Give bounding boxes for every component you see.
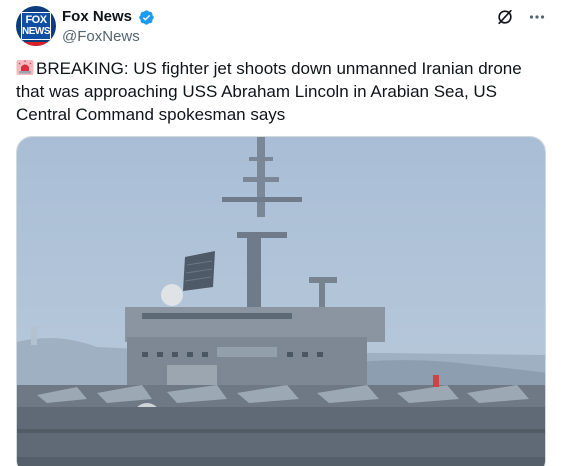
aircraft-carrier-photo [17, 137, 545, 466]
display-name[interactable]: Fox News [62, 8, 132, 26]
author-names: Fox News @FoxNews [62, 8, 155, 47]
verified-badge-icon [139, 9, 155, 25]
avatar-red-bar [16, 42, 56, 46]
handle[interactable]: @FoxNews [62, 27, 155, 47]
tweet-media[interactable] [16, 136, 546, 466]
tweet-text: BREAKING: US fighter jet shoots down unm… [16, 57, 546, 126]
police-car-light-icon [16, 60, 34, 75]
tweet-header: FOX NEWS Fox News @FoxNews [16, 6, 546, 50]
avatar-logo-bottom-text: NEWS [22, 26, 51, 37]
grok-icon[interactable] [496, 8, 514, 26]
more-dots-icon [529, 15, 545, 19]
avatar[interactable]: FOX NEWS [16, 6, 56, 46]
more-options-icon[interactable] [528, 8, 546, 26]
fox-news-logo: FOX NEWS [21, 12, 51, 40]
tweet-body: BREAKING: US fighter jet shoots down unm… [16, 59, 522, 124]
avatar-logo-top-text: FOX [25, 14, 47, 26]
tweet-card[interactable]: FOX NEWS Fox News @FoxNews BREAKING: US … [0, 0, 564, 466]
